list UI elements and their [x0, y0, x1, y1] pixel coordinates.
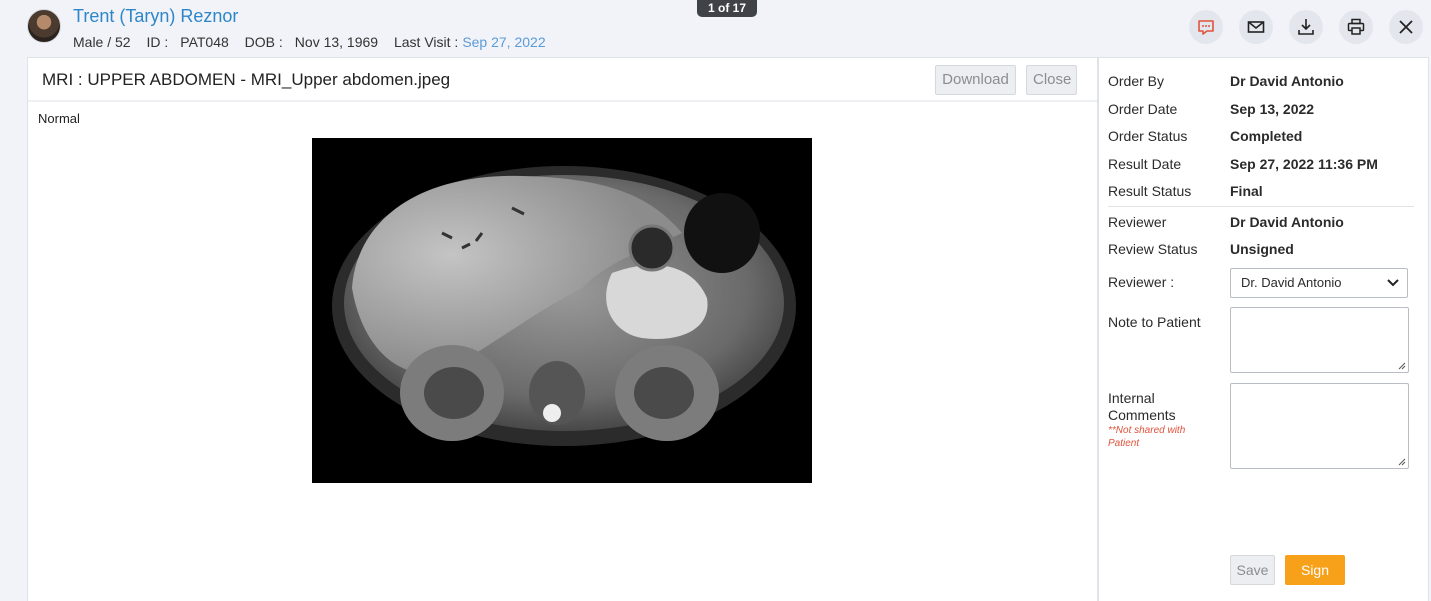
reviewer-label: Reviewer: [1108, 214, 1167, 230]
reviewer-value: Dr David Antonio: [1230, 214, 1344, 230]
print-button[interactable]: [1339, 10, 1373, 44]
id-value: PAT048: [180, 34, 229, 50]
note-to-patient-label: Note to Patient: [1108, 314, 1201, 330]
result-date-value: Sep 27, 2022 11:36 PM: [1230, 156, 1378, 172]
download-icon: [1298, 19, 1314, 35]
message-button[interactable]: [1189, 10, 1223, 44]
id-label: ID :: [146, 34, 169, 50]
pager-indicator: 1 of 17: [697, 0, 757, 17]
not-shared-hint: **Not shared with Patient: [1108, 425, 1186, 449]
download-button[interactable]: [1289, 10, 1323, 44]
save-button[interactable]: Save: [1230, 555, 1275, 585]
reviewer-select[interactable]: Dr. David Antonio: [1230, 268, 1408, 298]
internal-comments-input[interactable]: [1230, 383, 1409, 469]
last-visit-date[interactable]: Sep 27, 2022: [462, 34, 545, 50]
print-icon: [1347, 18, 1365, 35]
resize-grip-icon[interactable]: [1397, 361, 1406, 370]
order-status-label: Order Status: [1108, 128, 1188, 144]
review-status-label: Review Status: [1108, 241, 1198, 257]
order-status-value: Completed: [1230, 128, 1303, 144]
last-visit-label: Last Visit :: [393, 34, 459, 50]
patient-name[interactable]: Trent (Taryn) Reznor: [73, 6, 238, 27]
details-divider: [1108, 206, 1414, 207]
resize-grip-icon[interactable]: [1397, 457, 1406, 466]
dob-label: DOB :: [244, 34, 283, 50]
email-button[interactable]: [1239, 10, 1273, 44]
header-actions: [1189, 10, 1423, 44]
close-icon: [1399, 20, 1413, 34]
result-status-label: Result Status: [1108, 183, 1192, 199]
document-panel: MRI : UPPER ABDOMEN - MRI_Upper abdomen.…: [27, 57, 1098, 601]
avatar[interactable]: [27, 9, 61, 43]
mail-icon: [1247, 21, 1265, 33]
close-viewer-button[interactable]: [1389, 10, 1423, 44]
order-date-value: Sep 13, 2022: [1230, 101, 1315, 117]
order-date-label: Order Date: [1108, 101, 1178, 117]
document-toolbar: MRI : UPPER ABDOMEN - MRI_Upper abdomen.…: [28, 58, 1097, 102]
download-document-button[interactable]: Download: [935, 65, 1016, 95]
dob-value: Nov 13, 1969: [294, 34, 379, 50]
document-title: MRI : UPPER ABDOMEN - MRI_Upper abdomen.…: [42, 70, 451, 89]
result-date-label: Result Date: [1108, 156, 1182, 172]
sign-button[interactable]: Sign: [1285, 555, 1345, 585]
internal-comments-label: Internal Comments: [1108, 390, 1176, 423]
patient-meta: Male / 52 ID : PAT048 DOB : Nov 13, 1969 L…: [73, 34, 546, 50]
result-details-panel: Order By Dr David Antonio Order Date Sep…: [1098, 57, 1429, 601]
order-by-label: Order By: [1108, 73, 1165, 89]
chevron-down-icon: [1387, 279, 1399, 287]
gender-age: Male / 52: [73, 34, 131, 50]
patient-header: Trent (Taryn) Reznor Male / 52 ID : PAT04…: [0, 0, 1431, 56]
result-viewer: Trent (Taryn) Reznor Male / 52 ID : PAT04…: [0, 0, 1431, 601]
order-by-value: Dr David Antonio: [1230, 73, 1344, 89]
result-status-value: Final: [1230, 183, 1263, 199]
close-document-button[interactable]: Close: [1026, 65, 1077, 95]
note-to-patient-input[interactable]: [1230, 307, 1409, 373]
mri-image: [312, 138, 812, 483]
reviewer-select-label: Reviewer :: [1108, 274, 1175, 290]
reviewer-select-value: Dr. David Antonio: [1241, 275, 1342, 290]
review-status-value: Unsigned: [1230, 241, 1294, 257]
chat-icon: [1198, 20, 1214, 35]
result-note: Normal: [38, 111, 80, 126]
